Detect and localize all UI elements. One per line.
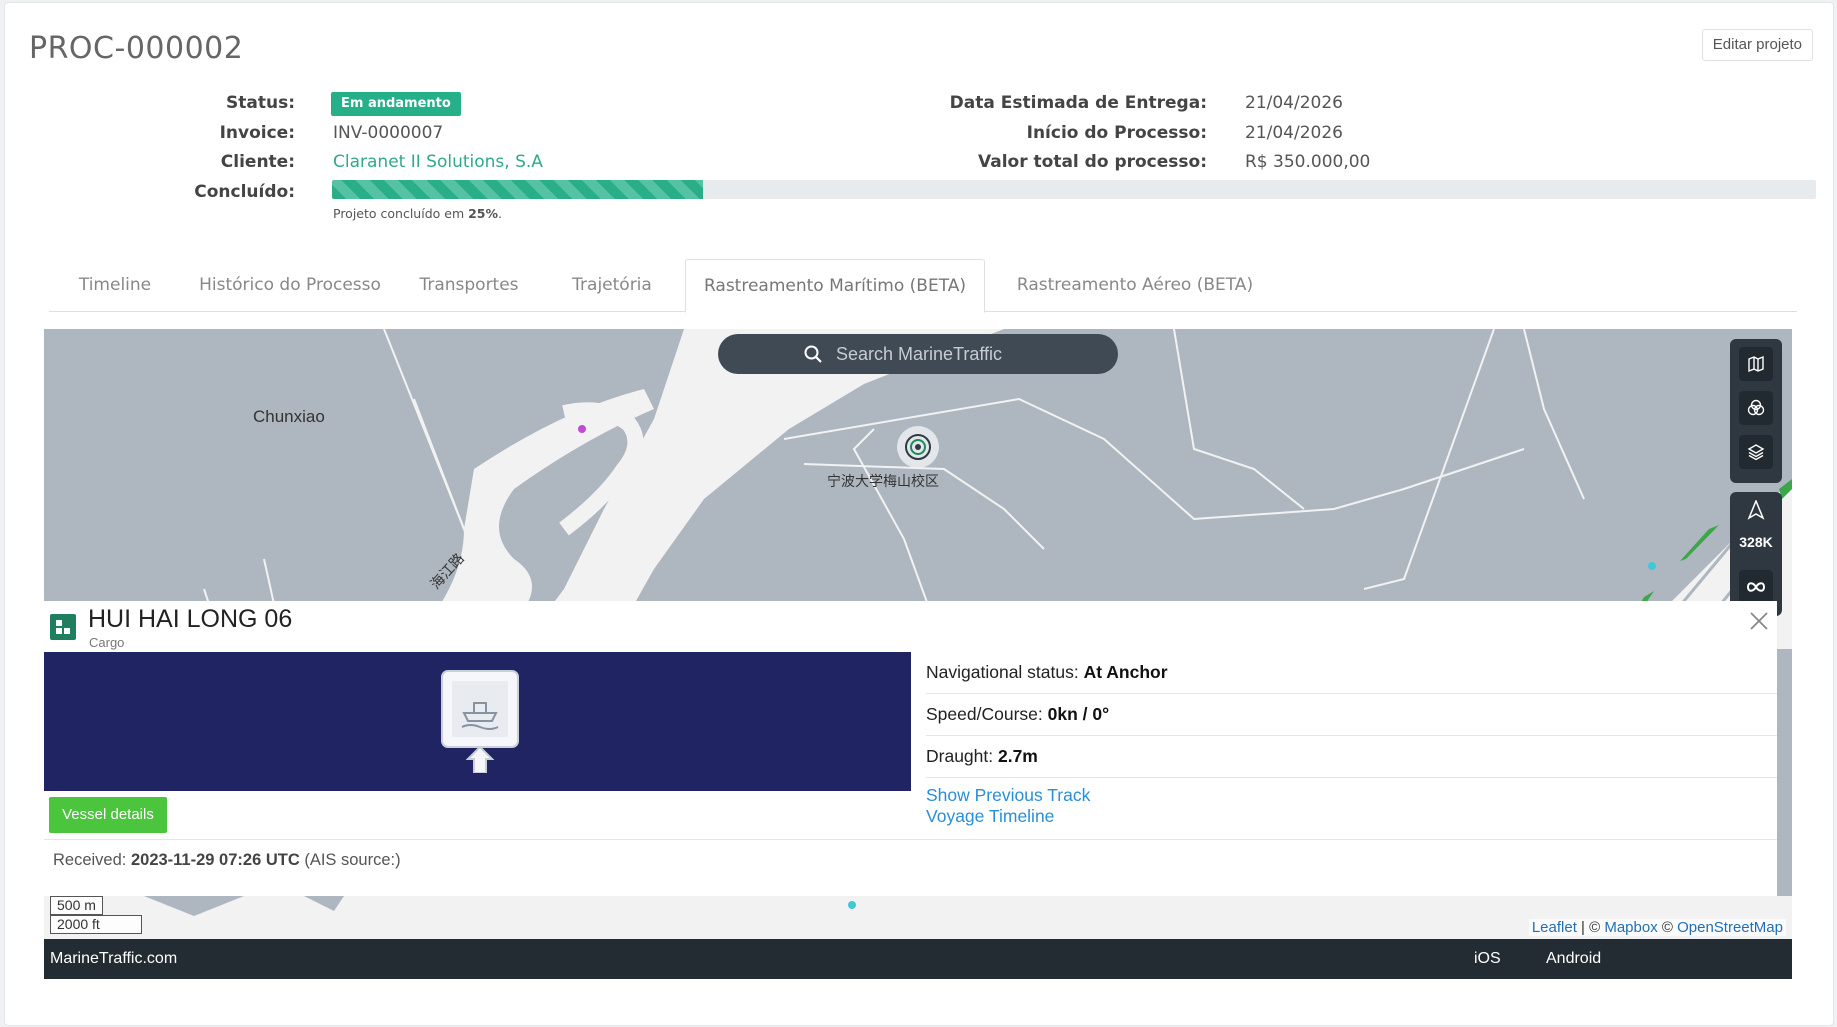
speed-row: Speed/Course: 0kn / 0° [926, 694, 1777, 736]
progress-fill [332, 180, 703, 199]
ship-placeholder-icon [441, 670, 519, 773]
received-label: Received: [53, 851, 131, 869]
entrega-label: Data Estimada de Entrega: [949, 93, 1207, 113]
place-label-campus: 宁波大学梅山校区 [827, 474, 939, 490]
close-icon[interactable] [1749, 611, 1769, 636]
progress-caption-prefix: Projeto concluído em [333, 206, 469, 221]
map-canvas[interactable]: Chunxiao 宁波大学梅山校区 海江路 Search MarineTraff… [44, 329, 1792, 941]
attribution-sep: © [1657, 919, 1678, 936]
widget-footer: MarineTraffic.com iOS Android [44, 939, 1792, 979]
infinity-button[interactable] [1739, 570, 1773, 604]
vessel-type: Cargo [89, 635, 125, 650]
marinetraffic-widget: Chunxiao 宁波大学梅山校区 海江路 Search MarineTraff… [44, 329, 1792, 979]
search-placeholder: Search MarineTraffic [836, 344, 1003, 364]
page-title: PROC-000002 [29, 31, 244, 66]
draught-row: Draught: 2.7m [926, 736, 1777, 778]
received-suffix: (AIS source:) [299, 851, 401, 869]
valor-value: R$ 350.000,00 [1245, 152, 1371, 172]
concluido-label: Concluído: [194, 182, 295, 202]
popup-divider [44, 839, 1777, 840]
brand-label: MarineTraffic.com [50, 950, 178, 967]
map-search-input[interactable]: Search MarineTraffic [718, 334, 1118, 374]
nav-status-value: At Anchor [1083, 662, 1168, 682]
progress-caption-value: 25% [468, 206, 499, 221]
infinity-icon [1746, 582, 1766, 592]
cliente-link[interactable]: Claranet II Solutions, S.A [333, 152, 543, 172]
invoice-value: INV-0000007 [333, 123, 444, 143]
zoom-readout: 328K [1739, 534, 1773, 550]
map-controls-top [1730, 339, 1782, 483]
nav-status-label: Navigational status: [926, 662, 1084, 682]
speed-value: 0kn / 0° [1047, 704, 1110, 724]
tab-historico[interactable]: Histórico do Processo [193, 259, 387, 311]
vessel-photo [44, 652, 911, 791]
progress-bar [332, 180, 1816, 199]
invoice-label: Invoice: [219, 123, 295, 143]
ios-link[interactable]: iOS [1474, 939, 1501, 979]
android-link[interactable]: Android [1546, 939, 1601, 979]
status-badge: Em andamento [331, 92, 461, 116]
tab-rastreamento-aereo[interactable]: Rastreamento Aéreo (BETA) [995, 259, 1275, 311]
valor-label: Valor total do processo: [978, 152, 1207, 172]
draught-label: Draught: [926, 746, 998, 766]
place-label-chunxiao: Chunxiao [253, 407, 325, 426]
speed-label: Speed/Course: [926, 704, 1048, 724]
map-view-button[interactable] [1739, 347, 1773, 381]
vessel-popup: HUI HAI LONG 06 Cargo Navigational statu… [44, 601, 1777, 896]
map-attribution: Leaflet | © Mapbox © OpenStreetMap [1528, 919, 1786, 936]
edit-project-button[interactable]: Editar projeto [1701, 29, 1813, 61]
tab-trajetoria[interactable]: Trajetória [551, 259, 673, 311]
nav-status-row: Navigational status: At Anchor [926, 652, 1777, 694]
inicio-label: Início do Processo: [1026, 123, 1207, 143]
tab-timeline[interactable]: Timeline [49, 259, 181, 311]
show-previous-track-link[interactable]: Show Previous Track [926, 785, 1090, 806]
map-icon [1748, 355, 1764, 373]
scale-meters: 500 m [50, 896, 103, 915]
voyage-timeline-link[interactable]: Voyage Timeline [926, 806, 1054, 827]
navigate-icon[interactable] [1747, 499, 1765, 525]
layers-button[interactable] [1739, 435, 1773, 469]
search-icon [804, 345, 822, 363]
filters-button[interactable] [1739, 391, 1773, 425]
attribution-sep: | © [1576, 919, 1605, 936]
vessel-type-icon [50, 614, 76, 640]
vessel-name: HUI HAI LONG 06 [88, 605, 293, 633]
progress-caption: Projeto concluído em 25%. [333, 206, 503, 221]
osm-link[interactable]: OpenStreetMap [1677, 919, 1783, 936]
filters-icon [1747, 399, 1765, 416]
layers-icon [1747, 444, 1765, 461]
tab-bar: Timeline Histórico do Processo Transport… [49, 259, 1797, 313]
received-value: 2023-11-29 07:26 UTC [130, 851, 300, 869]
scale-feet: 2000 ft [50, 915, 142, 934]
tab-rastreamento-maritimo[interactable]: Rastreamento Marítimo (BETA) [685, 259, 985, 313]
leaflet-link[interactable]: Leaflet [1532, 919, 1577, 936]
cliente-label: Cliente: [220, 152, 295, 172]
map-controls-bottom: 328K [1730, 492, 1782, 616]
vessel-details-button[interactable]: Vessel details [49, 797, 167, 833]
draught-value: 2.7m [997, 746, 1038, 766]
status-label: Status: [226, 93, 295, 113]
inicio-value: 21/04/2026 [1245, 123, 1343, 143]
mapbox-link[interactable]: Mapbox [1604, 919, 1657, 936]
entrega-value: 21/04/2026 [1245, 93, 1343, 113]
received-text: Received: 2023-11-29 07:26 UTC (AIS sour… [53, 851, 401, 870]
tab-transportes[interactable]: Transportes [399, 259, 539, 311]
